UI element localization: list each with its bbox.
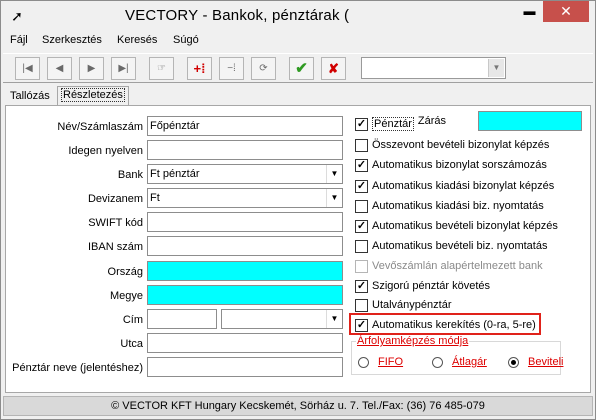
checkbox-label: Automatikus bevételi bizonylat képzés — [372, 220, 558, 232]
currency-select-value: Ft — [150, 192, 160, 204]
currency-select[interactable]: Ft ▼ — [147, 188, 343, 208]
chevron-down-icon[interactable]: ▼ — [488, 59, 504, 77]
confirm-icon[interactable]: ✔ — [289, 57, 314, 80]
checkbox-label: Automatikus kiadási bizonylat képzés — [372, 180, 555, 192]
toolbar: |◀ ◀ ▶ ▶| ☞ +⁞ −⁞ ⟳ ✔ ✘ ▼ — [3, 53, 593, 83]
caption-buttons: ▬ ✕ — [516, 1, 589, 22]
swift-label: SWIFT kód — [88, 217, 143, 229]
radio-label: Átlagár — [452, 356, 487, 368]
next-record-icon[interactable]: ▶ — [79, 57, 104, 80]
checkbox-label: Automatikus bizonylat sorszámozás — [372, 159, 547, 171]
bank-select[interactable]: Ft pénztár ▼ — [147, 164, 343, 184]
county-field[interactable] — [147, 285, 343, 305]
prev-record-icon[interactable]: ◀ — [47, 57, 72, 80]
street-label: Utca — [120, 338, 143, 350]
checkbox-label: Automatikus kiadási biz. nyomtatás — [372, 200, 544, 212]
first-record-icon[interactable]: |◀ — [15, 57, 40, 80]
name-label: Név/Számlaszám — [57, 121, 143, 133]
checkbox-box[interactable] — [355, 299, 368, 312]
delete-record-icon[interactable]: −⁞ — [219, 57, 244, 80]
radio-label: Beviteli — [528, 356, 564, 368]
tab-details[interactable]: Részletezés — [57, 86, 129, 105]
closing-field[interactable] — [478, 111, 582, 131]
checkbox-label: Szigorú pénztár követés — [372, 280, 491, 292]
radio-button[interactable] — [432, 357, 443, 368]
checkbox-label: Pénztár — [372, 117, 414, 131]
menu-bar: Fájl Szerkesztés Keresés Súgó — [1, 31, 595, 51]
check-icon[interactable]: ✓ — [355, 180, 368, 193]
chevron-down-icon[interactable]: ▼ — [326, 189, 342, 207]
main-window: ➚ VECTORY - Bankok, pénztárak ( ▬ ✕ Fájl… — [0, 0, 596, 420]
iban-label: IBAN szám — [87, 241, 143, 253]
checkbox-box — [355, 260, 368, 273]
name-field[interactable]: Főpénztár — [147, 116, 343, 136]
radio-label: FIFO — [378, 356, 404, 368]
highlight-box — [349, 313, 541, 335]
tab-browse[interactable]: Tallózás — [7, 89, 53, 105]
menu-search[interactable]: Keresés — [117, 34, 157, 46]
arrow-cursor-icon: ➚ — [11, 8, 23, 24]
check-icon[interactable]: ✓ — [355, 159, 368, 172]
lang-field[interactable] — [147, 140, 343, 160]
address-zip-field[interactable] — [147, 309, 217, 329]
display-name-label: Pénztár neve (jelentéshez) — [12, 362, 143, 374]
checkbox-box[interactable] — [355, 200, 368, 213]
find-icon[interactable]: ☞ — [149, 57, 174, 80]
title-bar: ➚ VECTORY - Bankok, pénztárak ( ▬ ✕ — [1, 1, 595, 31]
county-label: Megye — [109, 290, 143, 302]
menu-help[interactable]: Súgó — [173, 34, 199, 46]
tab-details-label: Részletezés — [61, 88, 125, 102]
country-field[interactable] — [147, 261, 343, 281]
status-bar: © VECTOR KFT Hungary Kecskemét, Sörház u… — [3, 396, 593, 416]
toolbar-combo[interactable]: ▼ — [361, 57, 506, 79]
refresh-icon[interactable]: ⟳ — [251, 57, 276, 80]
checkbox-label: Utalványpénztár — [372, 299, 452, 311]
check-icon[interactable]: ✓ — [355, 220, 368, 233]
bank-select-value: Ft pénztár — [150, 168, 200, 180]
rate-method-title: Árfolyamképzés módja — [356, 335, 470, 347]
menu-edit[interactable]: Szerkesztés — [42, 34, 102, 46]
bank-label: Bank — [117, 169, 143, 181]
currency-label: Devizanem — [87, 193, 143, 205]
menu-file[interactable]: Fájl — [10, 34, 28, 46]
address-city-select[interactable]: ▼ — [221, 309, 343, 329]
minimize-button[interactable]: ▬ — [516, 1, 543, 22]
window-title: VECTORY - Bankok, pénztárak ( — [125, 7, 350, 24]
last-record-icon[interactable]: ▶| — [111, 57, 136, 80]
checkbox-box[interactable] — [355, 240, 368, 253]
street-field[interactable] — [147, 333, 343, 353]
rate-method-group: Árfolyamképzés módja FIFO Átlagár Bevite… — [351, 335, 564, 375]
check-icon[interactable]: ✓ — [355, 118, 368, 131]
address-label: Cím — [122, 314, 143, 326]
checkbox-label: Automatikus bevételi biz. nyomtatás — [372, 240, 548, 252]
lang-label: Idegen nyelven — [68, 145, 143, 157]
iban-field[interactable] — [147, 236, 343, 256]
add-record-icon[interactable]: +⁞ — [187, 57, 212, 80]
chevron-down-icon[interactable]: ▼ — [326, 165, 342, 183]
checkbox-box[interactable] — [355, 139, 368, 152]
cancel-icon[interactable]: ✘ — [321, 57, 346, 80]
radio-button[interactable] — [508, 357, 519, 368]
close-button[interactable]: ✕ — [543, 1, 589, 22]
checkbox-label: Vevőszámlán alapértelmezett bank — [372, 260, 543, 272]
chevron-down-icon[interactable]: ▼ — [326, 310, 342, 328]
swift-field[interactable] — [147, 212, 343, 232]
check-icon[interactable]: ✓ — [355, 280, 368, 293]
checkbox-label: Összevont bevételi bizonylat képzés — [372, 139, 550, 151]
radio-button[interactable] — [358, 357, 369, 368]
country-label: Ország — [107, 266, 143, 278]
display-name-field[interactable] — [147, 357, 343, 377]
